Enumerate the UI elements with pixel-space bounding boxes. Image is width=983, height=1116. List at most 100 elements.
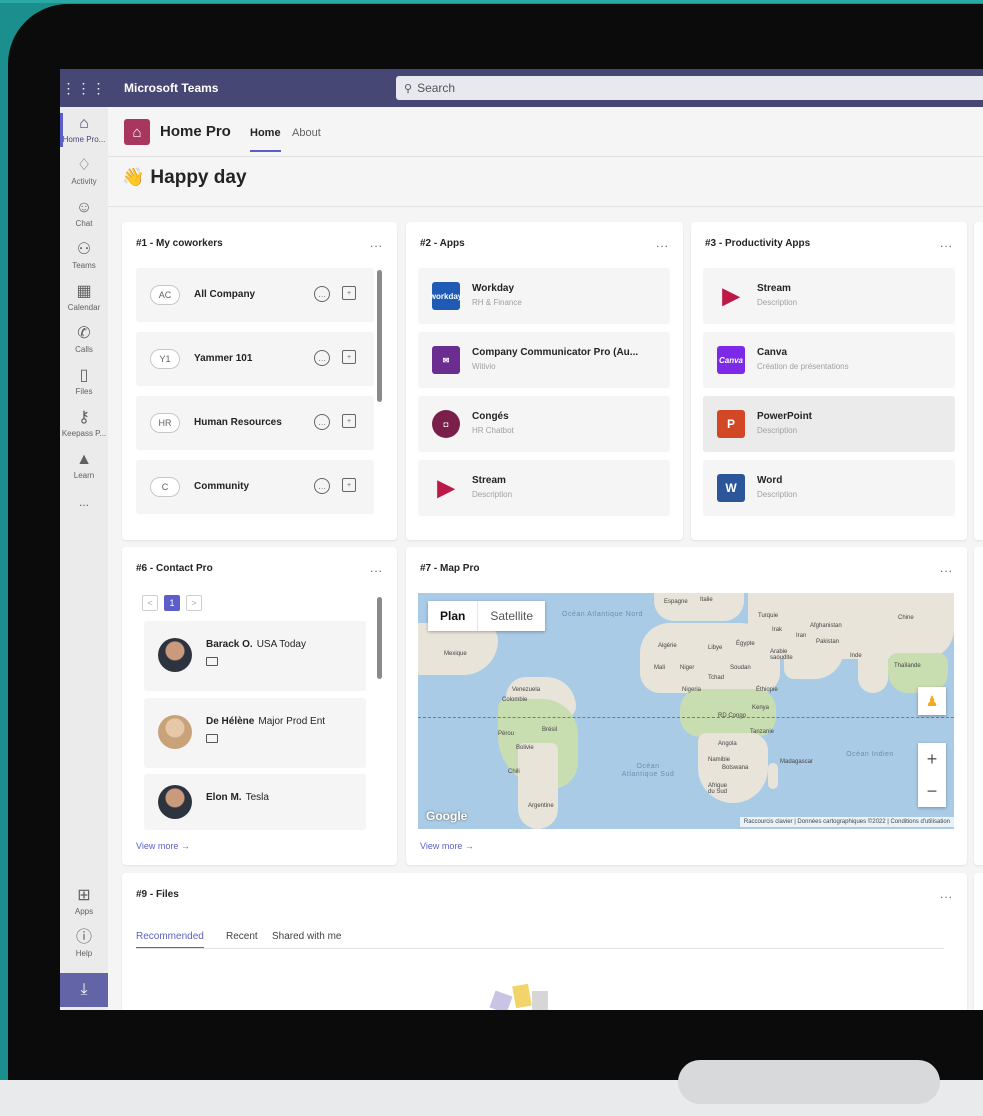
company-communicator-icon: ✉	[432, 346, 460, 374]
rail-item-keepass[interactable]: ⚷ Keepass P...	[60, 409, 108, 438]
bell-icon: ♢	[76, 157, 92, 174]
calendar-icon[interactable]: +	[342, 350, 356, 364]
more-options-button[interactable]: ...	[940, 887, 953, 901]
app-tile-conges[interactable]: ◘ Congés HR Chatbot	[418, 396, 670, 452]
rail-item-learn[interactable]: ▲ Learn	[60, 451, 108, 480]
app-tile-powerpoint[interactable]: P PowerPoint Description	[703, 396, 955, 452]
map-label: Chili	[508, 769, 520, 775]
contact-line: Barack O. USA Today	[206, 639, 306, 650]
chat-icon[interactable]: …	[314, 286, 330, 302]
scrollbar[interactable]	[377, 597, 382, 679]
map-attribution[interactable]: Raccourcis clavier | Données cartographi…	[739, 817, 954, 827]
rail-item-calls[interactable]: ✆ Calls	[60, 325, 108, 354]
mail-icon[interactable]	[206, 734, 218, 743]
contact-item[interactable]: De Hélène Major Prod Ent	[144, 698, 366, 768]
greeting-text: Happy day	[150, 167, 247, 188]
app-tile-company-communicator[interactable]: ✉ Company Communicator Pro (Au... Witivi…	[418, 332, 670, 388]
rail-item-teams[interactable]: ⚇ Teams	[60, 241, 108, 270]
app-tile-stream[interactable]: ▶ Stream Description	[418, 460, 670, 516]
map-label: Afghanistan	[810, 623, 842, 629]
chat-icon[interactable]: …	[314, 414, 330, 430]
list-item[interactable]: C Community … +	[136, 460, 374, 514]
chat-icon[interactable]: …	[314, 478, 330, 494]
list-item[interactable]: HR Human Resources … +	[136, 396, 374, 450]
tab-home[interactable]: Home	[250, 127, 281, 152]
search-input[interactable]: ⚲ Search	[396, 76, 983, 100]
app-tile-word[interactable]: W Word Description	[703, 460, 955, 516]
app-name: Stream	[472, 475, 506, 486]
view-more-link[interactable]: View more →	[420, 841, 474, 851]
zoom-in-button[interactable]: +	[918, 743, 946, 775]
page-number-button[interactable]: 1	[164, 595, 180, 611]
list-item[interactable]: Y1 Yammer 101 … +	[136, 332, 374, 386]
mail-icon[interactable]	[206, 657, 218, 666]
chat-icon[interactable]: …	[314, 350, 330, 366]
zoom-out-button[interactable]: −	[918, 775, 946, 807]
more-options-button[interactable]: ...	[940, 236, 953, 250]
rail-item-calendar[interactable]: ▦ Calendar	[60, 283, 108, 312]
app-launcher-icon[interactable]: ⋮⋮⋮	[60, 69, 108, 107]
tab-recommended[interactable]: Recommended	[136, 931, 204, 949]
map-label: Nigeria	[682, 687, 702, 693]
prev-page-button[interactable]: <	[142, 595, 158, 611]
teams-topbar: ⋮⋮⋮ Microsoft Teams ⚲ Search	[60, 69, 983, 107]
next-page-button[interactable]: >	[186, 595, 202, 611]
view-more-link[interactable]: View more →	[136, 841, 190, 851]
rail-item-chat[interactable]: ☺ Chat	[60, 199, 108, 228]
more-options-button[interactable]: ...	[370, 561, 383, 575]
rail-item-label: Calendar	[67, 303, 101, 312]
more-options-button[interactable]: ...	[940, 561, 953, 575]
coworkers-card: #1 - My coworkers ... AC All Company … +…	[122, 222, 397, 540]
calendar-icon[interactable]: +	[342, 414, 356, 428]
app-name: Stream	[757, 283, 791, 294]
rail-item-apps[interactable]: ⊞ Apps	[60, 887, 108, 916]
more-options-button[interactable]: ...	[656, 236, 669, 250]
world-map[interactable]: Océan Atlantique Nord Océan Atlantique S…	[418, 593, 954, 829]
map-label: Argentine	[528, 803, 554, 809]
scrollbar[interactable]	[377, 270, 382, 402]
contact-org: Tesla	[245, 792, 269, 803]
empty-state-illustration	[489, 990, 513, 1010]
more-apps-button[interactable]: ...	[60, 495, 108, 509]
ocean-label: Océan Atlantique Nord	[562, 611, 643, 618]
card-title: #3 - Productivity Apps	[705, 238, 811, 249]
contact-pro-card: #6 - Contact Pro ... < 1 > Barack O. USA …	[122, 547, 397, 865]
empty-state-illustration	[532, 991, 548, 1010]
powerpoint-icon: P	[717, 410, 745, 438]
street-view-pegman-icon[interactable]: ♟	[918, 687, 946, 715]
map-satellite-button[interactable]: Satellite	[477, 601, 545, 631]
rail-item-home-pro[interactable]: ⌂ Home Pro...	[60, 113, 108, 147]
download-button[interactable]: ⤓	[60, 973, 108, 1007]
rail-item-label: Home Pro...	[62, 135, 106, 144]
tab-about[interactable]: About	[292, 127, 321, 139]
map-label: Kenya	[752, 705, 770, 711]
rail-item-help[interactable]: ⓘ Help	[60, 929, 108, 958]
app-tile-workday[interactable]: workday Workday RH & Finance	[418, 268, 670, 324]
more-options-button[interactable]: ...	[370, 236, 383, 250]
contact-item[interactable]: Barack O. USA Today	[144, 621, 366, 691]
map-label: Madagascar	[780, 759, 814, 765]
calendar-icon[interactable]: +	[342, 286, 356, 300]
rail-item-label: Activity	[71, 177, 97, 186]
list-item[interactable]: AC All Company … +	[136, 268, 374, 322]
teams-window: ⋮⋮⋮ Microsoft Teams ⚲ Search ⌂ Home Pro.…	[60, 69, 983, 1010]
calendar-icon[interactable]: +	[342, 478, 356, 492]
tab-shared-with-me[interactable]: Shared with me	[272, 931, 341, 942]
app-description: HR Chatbot	[472, 426, 514, 435]
contact-item[interactable]: Elon M. Tesla	[144, 774, 366, 830]
app-name: PowerPoint	[757, 411, 813, 422]
rail-item-activity[interactable]: ♢ Activity	[60, 157, 108, 186]
app-tile-stream[interactable]: ▶ Stream Description	[703, 268, 955, 324]
tab-recent[interactable]: Recent	[226, 931, 258, 942]
chat-icon: ☺	[75, 199, 93, 216]
map-label: Niger	[680, 665, 695, 671]
map-label: Soudan	[730, 665, 751, 671]
help-icon: ⓘ	[75, 929, 92, 946]
rail-item-label: Calls	[75, 345, 93, 354]
map-label: Pakistan	[816, 639, 840, 645]
map-plan-button[interactable]: Plan	[428, 601, 477, 631]
rail-item-files[interactable]: ▯ Files	[60, 367, 108, 396]
app-tile-canva[interactable]: Canva Canva Création de présentations	[703, 332, 955, 388]
map-label: Namibie	[708, 757, 731, 763]
map-label: Turquie	[758, 613, 779, 619]
